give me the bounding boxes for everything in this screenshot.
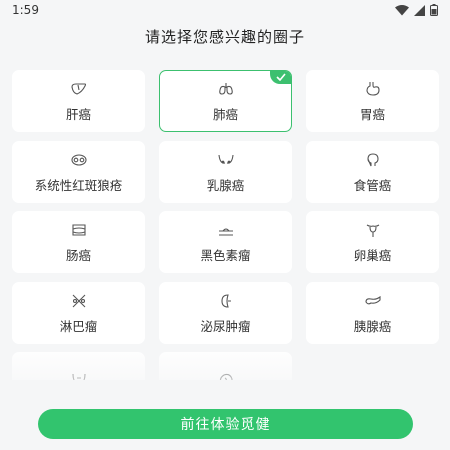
circle-card-lymphoma[interactable]: 淋巴瘤	[12, 282, 145, 344]
circle-card-label: 乳腺癌	[206, 177, 245, 193]
circle-card-esophageal-cancer[interactable]: 食管癌	[306, 141, 439, 203]
breast-icon	[217, 151, 235, 169]
status-time: 1:59	[12, 3, 39, 17]
signal-icon	[414, 4, 425, 16]
battery-icon	[430, 4, 438, 16]
circle-card-pancreatic-cancer[interactable]: 胰腺癌	[306, 282, 439, 344]
stomach-icon	[364, 80, 382, 98]
circle-card-label: 胰腺癌	[353, 318, 392, 334]
lymph-icon	[70, 292, 88, 310]
circle-card-label: 淋巴瘤	[59, 318, 98, 334]
kidney-icon	[217, 292, 235, 310]
skin-icon	[217, 221, 235, 239]
check-icon	[270, 71, 291, 84]
page-title: 请选择您感兴趣的圈子	[144, 28, 305, 46]
circle-card-stomach-cancer[interactable]: 胃癌	[306, 70, 439, 132]
circle-card-label: 食管癌	[353, 177, 392, 193]
circle-card-label: 黑色素瘤	[200, 247, 251, 263]
circle-card-lupus[interactable]: 系统性红斑狼疮	[12, 141, 145, 203]
circle-card-label: 泌尿肿瘤	[200, 318, 251, 334]
circle-card-colorectal-cancer[interactable]: 肠癌	[12, 211, 145, 273]
circle-card-label: 系统性红斑狼疮	[34, 177, 123, 193]
liver-icon	[70, 80, 88, 98]
lungs-icon	[217, 80, 235, 98]
status-icons	[395, 4, 438, 16]
esophagus-icon	[364, 151, 382, 169]
uterus-icon	[364, 221, 382, 239]
circle-card-melanoma[interactable]: 黑色素瘤	[159, 211, 292, 273]
circle-card-label: 肠癌	[65, 247, 91, 263]
lupus-icon	[70, 151, 88, 169]
circle-card-label: 卵巢癌	[353, 247, 392, 263]
bottom-fade	[0, 345, 450, 395]
circle-card-ovarian-cancer[interactable]: 卵巢癌	[306, 211, 439, 273]
wifi-icon	[395, 4, 409, 16]
circle-card-breast-cancer[interactable]: 乳腺癌	[159, 141, 292, 203]
circle-card-label: 肺癌	[212, 106, 238, 122]
circle-card-label: 胃癌	[359, 106, 385, 122]
circle-card-liver-cancer[interactable]: 肝癌	[12, 70, 145, 132]
pancreas-icon	[364, 292, 382, 310]
circle-card-lung-cancer[interactable]: 肺癌	[159, 70, 292, 132]
circle-card-label: 肝癌	[65, 106, 91, 122]
circle-card-urological-tumor[interactable]: 泌尿肿瘤	[159, 282, 292, 344]
circle-grid: 肝癌 肺癌 胃癌 系统性红斑狼疮 乳腺癌 食管癌 肠癌 黑色素瘤 卵巢癌 淋巴瘤…	[12, 70, 439, 380]
intestine-icon	[70, 221, 88, 239]
status-bar: 1:59	[0, 0, 450, 20]
try-mijian-button[interactable]: 前往体验觅健	[38, 409, 413, 439]
